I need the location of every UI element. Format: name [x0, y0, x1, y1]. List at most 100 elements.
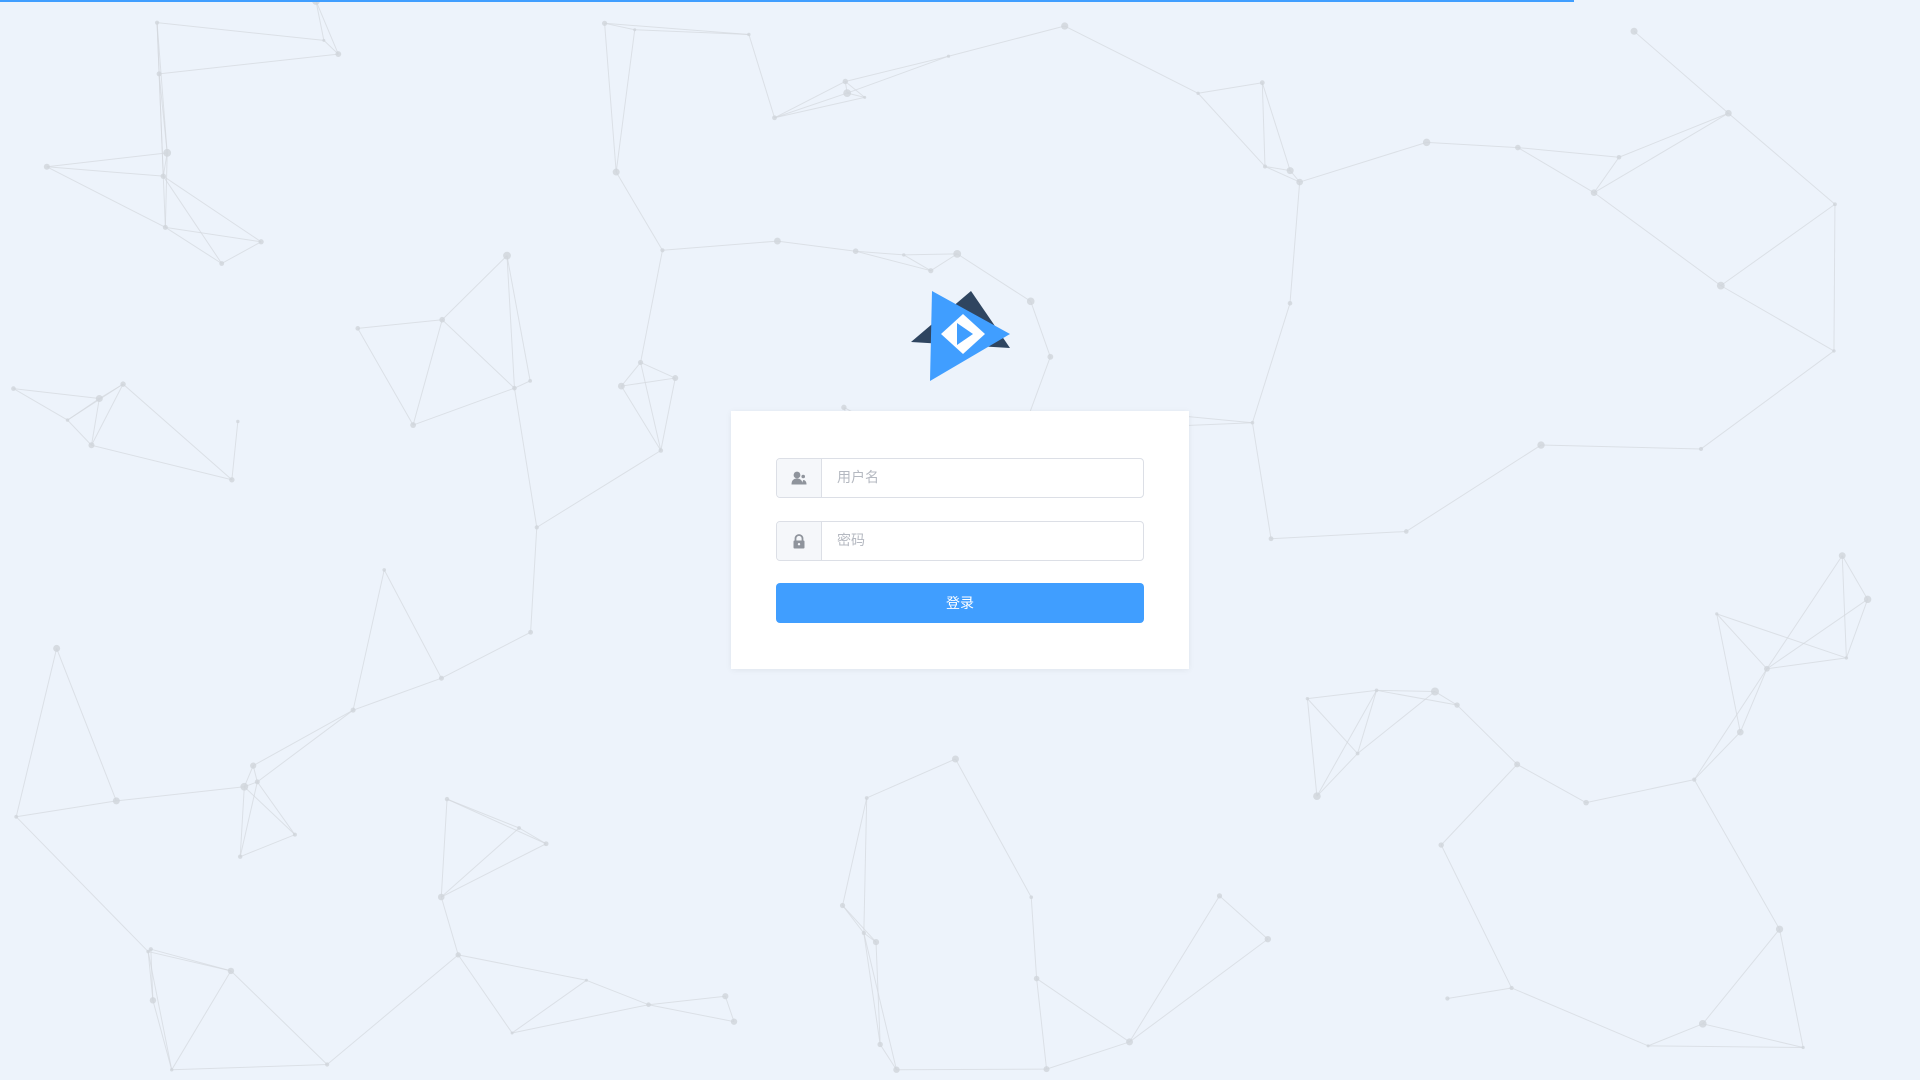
- network-line: [13, 388, 100, 400]
- network-node: [325, 1062, 330, 1067]
- network-line: [446, 798, 520, 829]
- network-node: [382, 568, 387, 572]
- network-node: [149, 997, 157, 1004]
- network-line: [648, 995, 726, 1006]
- network-line: [1046, 1041, 1130, 1070]
- network-node: [672, 375, 679, 382]
- username-field-group: [776, 458, 1144, 498]
- network-line: [440, 799, 448, 898]
- network-line: [648, 1004, 735, 1023]
- network-node: [660, 248, 665, 253]
- network-line: [1219, 895, 1269, 940]
- network-line: [67, 398, 100, 421]
- network-line: [774, 92, 848, 119]
- network-node: [1715, 612, 1719, 616]
- network-line: [1307, 698, 1358, 754]
- network-line: [1316, 690, 1377, 797]
- network-line: [165, 226, 222, 264]
- network-line: [879, 1044, 897, 1070]
- network-line: [1779, 929, 1804, 1048]
- network-line: [162, 175, 262, 243]
- network-line: [46, 152, 168, 168]
- network-line: [1440, 764, 1518, 846]
- network-line: [777, 240, 856, 252]
- network-node: [772, 115, 777, 121]
- lock-icon: [777, 522, 822, 560]
- network-line: [162, 176, 166, 228]
- network-line: [620, 362, 641, 387]
- username-input[interactable]: [822, 459, 1143, 497]
- password-input[interactable]: [822, 522, 1143, 560]
- network-node: [953, 249, 962, 258]
- network-node: [902, 253, 906, 257]
- network-line: [1648, 1045, 1804, 1048]
- network-node: [254, 779, 260, 785]
- network-node: [1033, 975, 1040, 982]
- network-line: [1739, 668, 1768, 733]
- network-line: [863, 932, 897, 1070]
- network-node: [65, 418, 70, 422]
- network-line: [1766, 555, 1843, 670]
- network-line: [1064, 25, 1199, 94]
- network-node: [1616, 154, 1622, 160]
- network-node: [120, 381, 126, 387]
- network-line: [1716, 613, 1847, 659]
- network-line: [231, 421, 239, 480]
- network-node: [1863, 595, 1872, 604]
- network-line: [1030, 897, 1038, 979]
- network-node: [1445, 996, 1450, 1001]
- network-node: [1043, 1066, 1050, 1073]
- network-line: [446, 798, 547, 845]
- network-node: [843, 89, 852, 97]
- network-line: [1307, 689, 1377, 700]
- network-node: [1438, 842, 1444, 848]
- network-node: [219, 261, 225, 266]
- network-line: [1306, 698, 1318, 797]
- network-line: [748, 34, 775, 118]
- network-line: [1633, 30, 1729, 114]
- network-line: [604, 22, 749, 35]
- network-line: [903, 254, 932, 272]
- network-node: [1029, 895, 1034, 899]
- network-node: [1583, 799, 1589, 806]
- network-node: [258, 239, 264, 245]
- network-line: [412, 387, 515, 426]
- network-line: [1541, 444, 1702, 450]
- network-line: [441, 631, 531, 679]
- network-line: [1440, 844, 1513, 989]
- network-node: [146, 949, 150, 954]
- network-node: [444, 796, 450, 802]
- network-node: [512, 385, 517, 391]
- network-node: [1509, 985, 1514, 991]
- network-node: [227, 967, 235, 975]
- network-line: [640, 361, 676, 379]
- network-node: [1764, 665, 1770, 672]
- network-node: [1268, 536, 1274, 542]
- network-line: [171, 1063, 328, 1071]
- login-card: 登录: [731, 411, 1189, 669]
- network-line: [1702, 1023, 1804, 1048]
- network-line: [845, 55, 949, 82]
- network-line: [162, 175, 223, 264]
- network-node: [1698, 446, 1704, 452]
- network-node: [229, 477, 235, 483]
- network-node: [1264, 935, 1272, 943]
- network-line: [536, 450, 662, 528]
- network-line: [171, 970, 232, 1071]
- login-button[interactable]: 登录: [776, 583, 1144, 623]
- network-line: [46, 166, 166, 228]
- network-node: [1374, 688, 1379, 693]
- network-line: [240, 834, 296, 858]
- network-line: [323, 40, 339, 55]
- network-node: [1537, 441, 1545, 449]
- network-line: [165, 226, 262, 243]
- network-line: [1516, 763, 1587, 804]
- network-line: [148, 951, 232, 972]
- network-node: [1590, 189, 1598, 196]
- network-node: [584, 978, 588, 982]
- network-line: [315, 0, 339, 55]
- network-line: [257, 709, 354, 783]
- network-node: [1061, 22, 1069, 30]
- network-node: [951, 755, 959, 763]
- network-node: [250, 762, 257, 769]
